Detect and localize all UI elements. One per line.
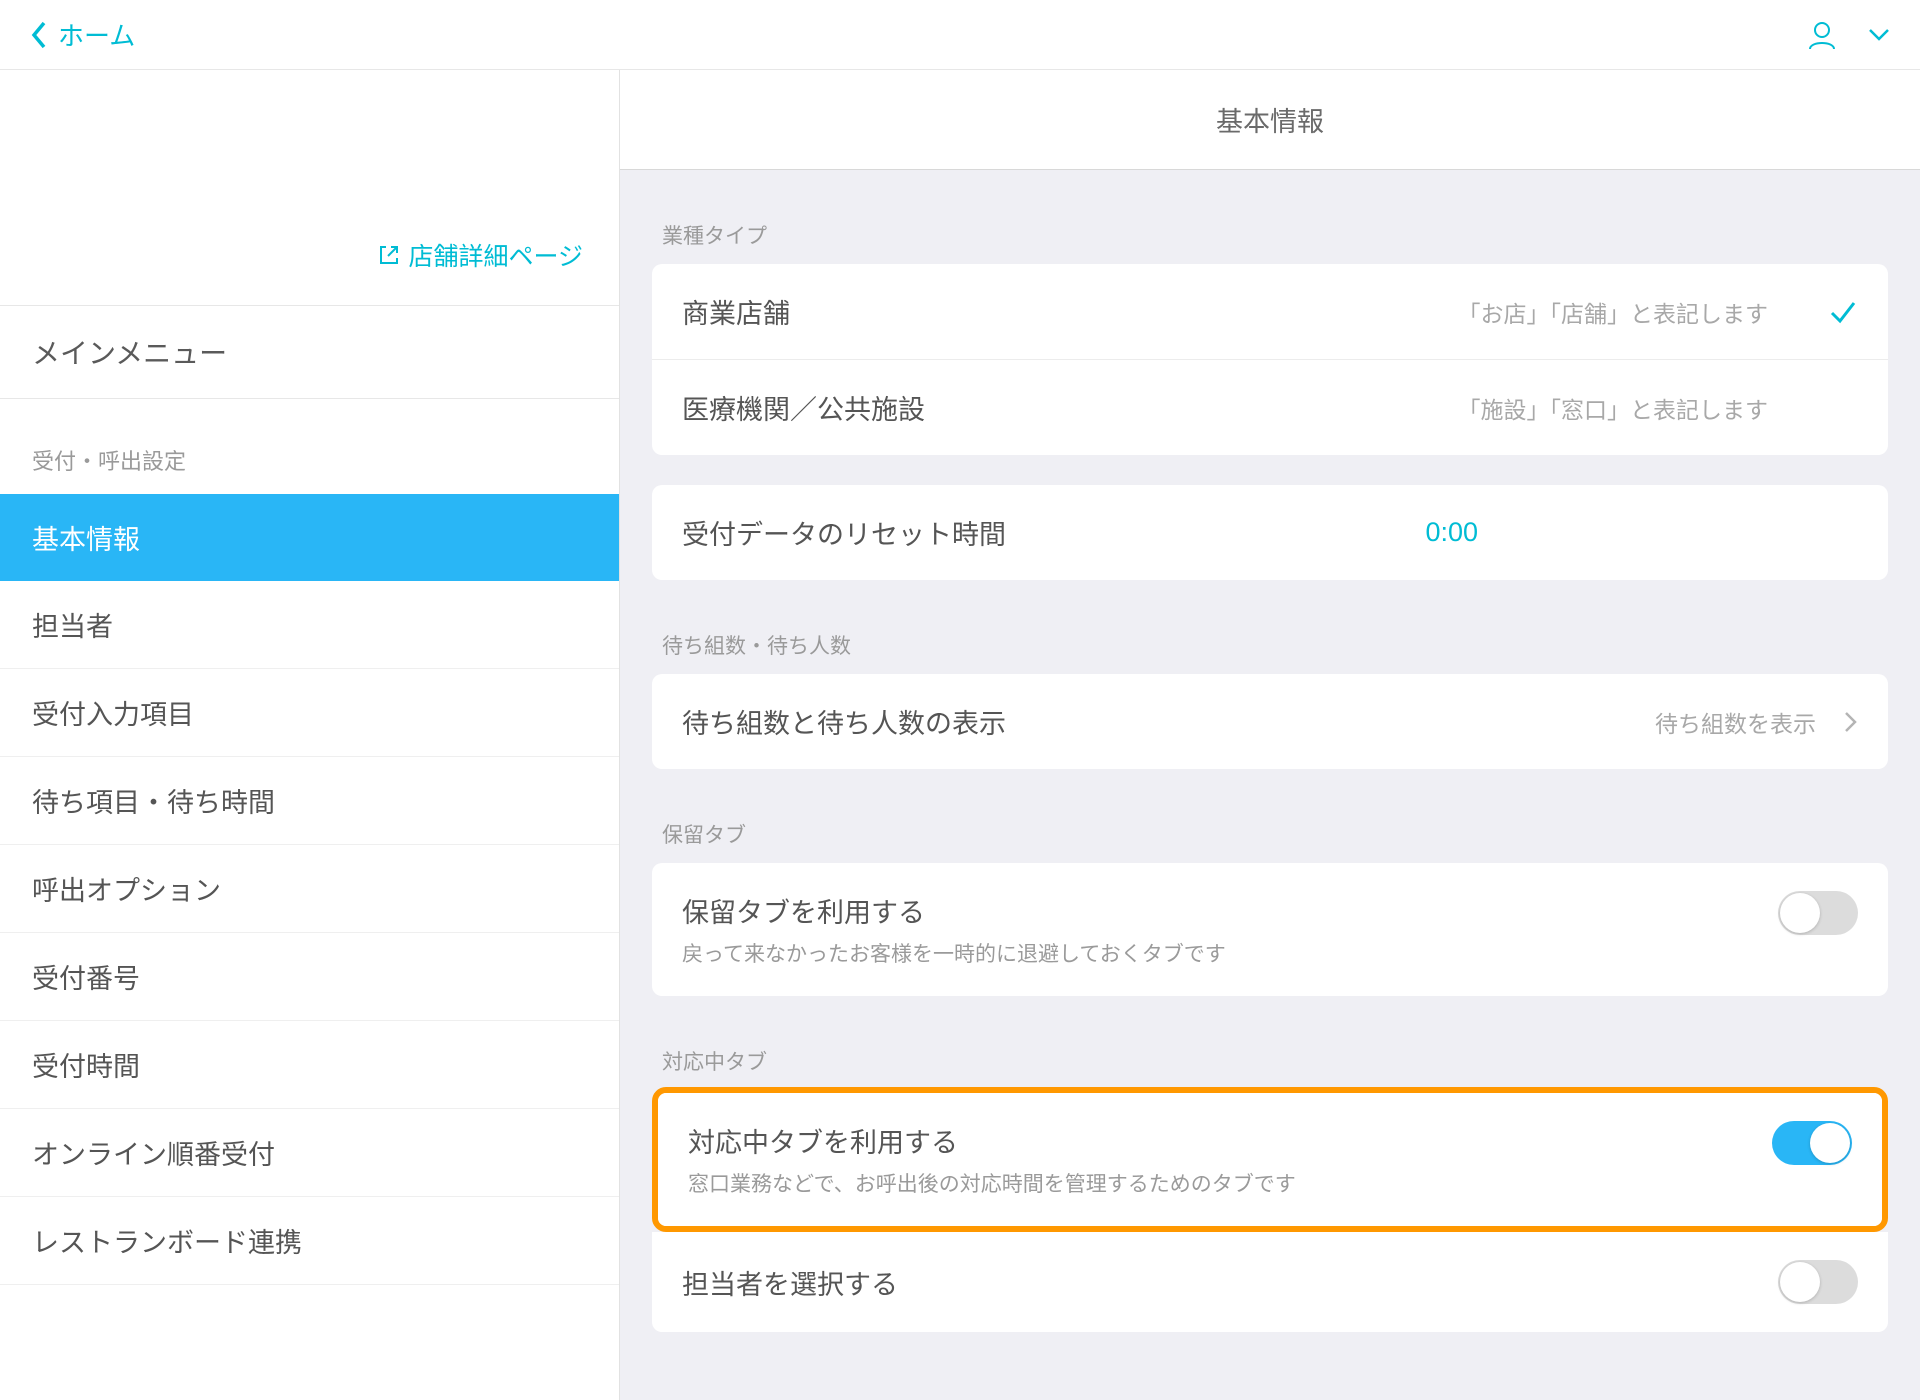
business-type-group: 商業店舗 「お店」「店舗」と表記します 医療機関／公共施設 「施設」「窓口」と表… bbox=[652, 264, 1888, 455]
main-menu-link[interactable]: メインメニュー bbox=[0, 305, 619, 399]
hold-tab-row[interactable]: 保留タブを利用する 戻って来なかったお客様を一時的に退避しておくタブです bbox=[652, 863, 1888, 996]
wait-group-label: 待ち組数・待ち人数 bbox=[652, 580, 1888, 674]
hold-sub: 戻って来なかったお客様を一時的に退避しておくタブです bbox=[682, 938, 1226, 968]
select-staff-row[interactable]: 担当者を選択する bbox=[652, 1232, 1888, 1332]
content-pane: 基本情報 業種タイプ 商業店舗 「お店」「店舗」と表記します 医療機関／公共施設… bbox=[620, 70, 1920, 1400]
business-type-label: 業種タイプ bbox=[652, 170, 1888, 264]
inprogress-tab-row[interactable]: 対応中タブを利用する 窓口業務などで、お呼出後の対応時間を管理するためのタブです bbox=[658, 1093, 1882, 1226]
sidebar-item-online-queue[interactable]: オンライン順番受付 bbox=[0, 1109, 619, 1197]
chevron-left-icon bbox=[30, 21, 48, 49]
user-icon[interactable] bbox=[1806, 19, 1838, 51]
chevron-down-icon[interactable] bbox=[1868, 28, 1890, 42]
wait-display-row[interactable]: 待ち組数と待ち人数の表示 待ち組数を表示 bbox=[652, 674, 1888, 769]
select-staff-toggle[interactable] bbox=[1778, 1260, 1858, 1304]
back-home-link[interactable]: ホーム bbox=[30, 16, 135, 53]
wait-value: 待ち組数を表示 bbox=[1655, 705, 1816, 739]
hold-group: 保留タブを利用する 戻って来なかったお客様を一時的に退避しておくタブです bbox=[652, 863, 1888, 996]
inprogress-sub: 窓口業務などで、お呼出後の対応時間を管理するためのタブです bbox=[688, 1168, 1296, 1198]
sidebar-section-label: 受付・呼出設定 bbox=[0, 399, 619, 494]
sidebar: 店舗詳細ページ メインメニュー 受付・呼出設定 基本情報 担当者 受付入力項目 … bbox=[0, 70, 620, 1400]
hold-toggle[interactable] bbox=[1778, 891, 1858, 935]
sidebar-item-restaurant-board[interactable]: レストランボード連携 bbox=[0, 1197, 619, 1285]
business-type-commercial[interactable]: 商業店舗 「お店」「店舗」と表記します bbox=[652, 264, 1888, 359]
content-body: 業種タイプ 商業店舗 「お店」「店舗」と表記します 医療機関／公共施設 「施設」… bbox=[620, 170, 1920, 1372]
sidebar-item-input-fields[interactable]: 受付入力項目 bbox=[0, 669, 619, 757]
main-layout: 店舗詳細ページ メインメニュー 受付・呼出設定 基本情報 担当者 受付入力項目 … bbox=[0, 70, 1920, 1400]
wait-label: 待ち組数と待ち人数の表示 bbox=[682, 702, 1006, 741]
inprogress-title: 対応中タブを利用する bbox=[688, 1121, 1296, 1160]
top-bar: ホーム bbox=[0, 0, 1920, 70]
option-desc: 「お店」「店舗」と表記します bbox=[1458, 295, 1769, 329]
hold-group-label: 保留タブ bbox=[652, 769, 1888, 863]
inprogress-group-label: 対応中タブ bbox=[652, 996, 1888, 1090]
option-desc: 「施設」「窓口」と表記します bbox=[1458, 391, 1769, 425]
store-link-label: 店舗詳細ページ bbox=[408, 237, 583, 273]
business-type-medical[interactable]: 医療機関／公共施設 「施設」「窓口」と表記します bbox=[652, 359, 1888, 455]
reset-time-row[interactable]: 受付データのリセット時間 0:00 bbox=[652, 485, 1888, 580]
option-label: 医療機関／公共施設 bbox=[682, 388, 925, 427]
sidebar-header-area: 店舗詳細ページ bbox=[0, 70, 619, 305]
reset-time-group: 受付データのリセット時間 0:00 bbox=[652, 485, 1888, 580]
inprogress-toggle[interactable] bbox=[1772, 1121, 1852, 1165]
highlight-annotation: 対応中タブを利用する 窓口業務などで、お呼出後の対応時間を管理するためのタブです bbox=[652, 1087, 1888, 1232]
inprogress-group: 対応中タブを利用する 窓口業務などで、お呼出後の対応時間を管理するためのタブです bbox=[658, 1093, 1882, 1226]
select-staff-group: 担当者を選択する bbox=[652, 1232, 1888, 1332]
sidebar-item-basic-info[interactable]: 基本情報 bbox=[0, 494, 619, 581]
check-icon bbox=[1828, 297, 1858, 327]
page-title: 基本情報 bbox=[620, 70, 1920, 170]
store-detail-link[interactable]: 店舗詳細ページ bbox=[378, 237, 583, 273]
hold-title: 保留タブを利用する bbox=[682, 891, 1226, 930]
wait-group: 待ち組数と待ち人数の表示 待ち組数を表示 bbox=[652, 674, 1888, 769]
sidebar-item-call-options[interactable]: 呼出オプション bbox=[0, 845, 619, 933]
back-label: ホーム bbox=[58, 16, 135, 53]
option-label: 商業店舗 bbox=[682, 292, 790, 331]
select-staff-label: 担当者を選択する bbox=[682, 1263, 898, 1302]
sidebar-item-ticket-number[interactable]: 受付番号 bbox=[0, 933, 619, 1021]
external-link-icon bbox=[378, 244, 400, 266]
sidebar-item-wait-items[interactable]: 待ち項目・待ち時間 bbox=[0, 757, 619, 845]
top-right-cluster bbox=[1806, 19, 1890, 51]
sidebar-item-reception-hours[interactable]: 受付時間 bbox=[0, 1021, 619, 1109]
sidebar-item-staff[interactable]: 担当者 bbox=[0, 581, 619, 669]
chevron-right-icon bbox=[1844, 711, 1858, 733]
reset-value: 0:00 bbox=[1425, 517, 1478, 548]
reset-label: 受付データのリセット時間 bbox=[682, 513, 1006, 552]
